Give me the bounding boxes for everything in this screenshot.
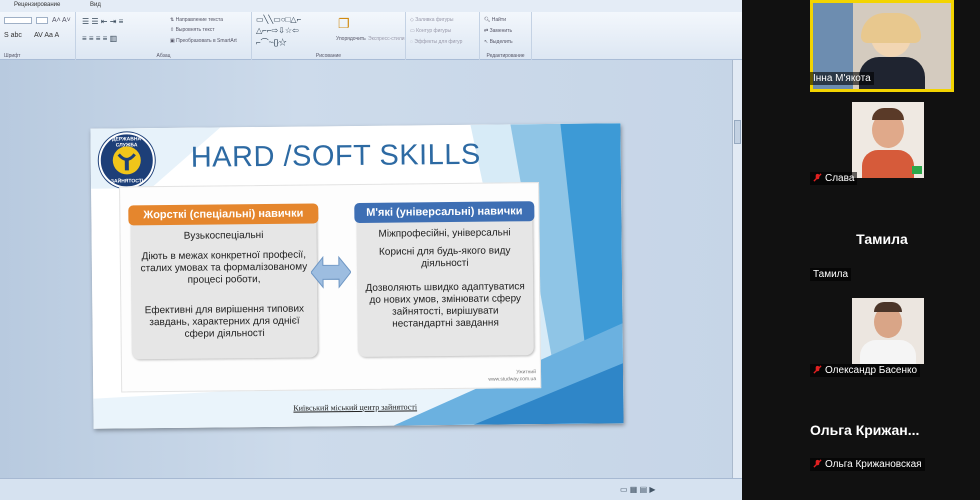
bullets-icon[interactable]: ☰ ☰ ⇤ ⇥ ≡	[82, 17, 123, 26]
participant-tile[interactable]: Тамила Тамила	[810, 200, 954, 290]
person-body	[860, 340, 916, 364]
font-group-label: Шрифт	[4, 53, 21, 59]
paragraph-group: ☰ ☰ ⇤ ⇥ ≡ ≡ ≡ ≡ ≡ ▥ ⇅ Направление текста…	[76, 12, 252, 60]
logo-emblem	[112, 146, 141, 175]
slide-content-box: Жорсткі (спеціальні) навички Вузькоспеці…	[119, 182, 542, 393]
drawing-group: ▭╲╲▭○□△⌐ △⌐⌐⇨⇩☆⇦ ⌐⌒~{}☆ ❐ Упорядочить Эк…	[252, 12, 406, 60]
participant-name: Інна М'якота	[810, 72, 874, 85]
participant-tile[interactable]: Слава	[810, 100, 954, 190]
participant-display-name: Тамила	[856, 231, 908, 247]
double-arrow-icon	[310, 255, 352, 289]
participant-video	[852, 102, 924, 178]
person-hair	[874, 302, 902, 312]
select-button[interactable]: ↖ Выделить	[484, 39, 513, 45]
font-grow-icon[interactable]: A˄	[52, 17, 61, 24]
participant-tile[interactable]: Ольга Крижан... Ольга Крижановская	[810, 400, 954, 490]
shape-fill-button[interactable]: ◇ Заливка фигуры	[410, 17, 453, 23]
editing-group-label: Редактирование	[486, 53, 525, 59]
slide[interactable]: ДЕРЖАВНА СЛУЖБА ЗАЙНЯТОСТІ HARD /SOFT SK…	[90, 123, 624, 429]
powerpoint-window: Рецензирование Вид A˄ A˅ S abc AV Aa A Ш…	[0, 0, 742, 500]
find-button[interactable]: 🔍︎ Найти	[484, 17, 506, 23]
shape-format-group: ◇ Заливка фигуры ▭ Контур фигуры ◌ Эффек…	[406, 12, 480, 60]
hard-skills-header: Жорсткі (спеціальні) навички	[128, 203, 319, 226]
tab-review[interactable]: Рецензирование	[14, 2, 60, 8]
vertical-scrollbar[interactable]	[732, 60, 742, 478]
microphone-muted-icon	[813, 459, 822, 468]
scrollbar-thumb[interactable]	[734, 120, 741, 144]
font-name-box[interactable]	[4, 17, 32, 24]
hard-skills-card: Жорсткі (спеціальні) навички Вузькоспеці…	[128, 203, 319, 360]
slide-footer: Київський міський центр зайнятості	[293, 402, 418, 413]
video-on-icon	[912, 166, 922, 174]
ribbon: A˄ A˅ S abc AV Aa A Шрифт ☰ ☰ ⇤ ⇥ ≡ ≡ ≡ …	[0, 12, 742, 60]
editing-group: 🔍︎ Найти ⇄ Заменить ↖ Выделить Редактиро…	[480, 12, 532, 60]
soft-skill-item: Міжпрофесійні, універсальні	[378, 227, 511, 240]
source-credit: Ужитний www.studway.com.ua	[488, 369, 536, 383]
person-body	[862, 150, 914, 178]
shapes-gallery-icon[interactable]: ▭╲╲▭○□△⌐	[256, 15, 301, 24]
shapes-gallery-row3-icon[interactable]: ⌐⌒~{}☆	[256, 37, 287, 48]
hard-skill-item: Вузькоспеціальні	[183, 229, 264, 242]
video-gallery: Інна М'якота Слава Тамила Тамила Олексан…	[742, 0, 980, 500]
smartart-button[interactable]: ▣ Преобразовать в SmartArt	[170, 38, 237, 44]
logo-figure-icon	[117, 153, 136, 171]
shape-effects-button[interactable]: ◌ Эффекты для фигур	[410, 39, 462, 45]
participant-name: Тамила	[810, 268, 852, 281]
quick-styles-button[interactable]: Экспресс-стили	[368, 36, 405, 42]
arrange-button[interactable]: Упорядочить	[336, 36, 366, 42]
participant-tile[interactable]: Олександр Басенко	[810, 296, 954, 386]
view-buttons[interactable]: ▭ ▦ ▤ ▶	[620, 485, 656, 494]
person-hair	[861, 13, 921, 43]
logo-bottom-text: ЗАЙНЯТОСТІ	[110, 178, 144, 185]
soft-skill-item: Дозволяють швидко адаптуватися до нових …	[365, 281, 525, 330]
align-icons[interactable]: ≡ ≡ ≡ ≡ ▥	[82, 34, 117, 43]
hard-skill-item: Діють в межах конкретної професії, стали…	[140, 249, 308, 286]
participant-name: Олександр Басенко	[810, 364, 921, 377]
text-direction-button[interactable]: ⇅ Направление текста	[170, 17, 223, 23]
source-url: www.studway.com.ua	[488, 376, 537, 383]
soft-skill-item: Корисні для будь-якого виду діяльності	[378, 245, 511, 270]
shapes-gallery-row2-icon[interactable]: △⌐⌐⇨⇩☆⇦	[256, 26, 299, 35]
soft-skills-header: М'які (універсальні) навички	[354, 201, 535, 224]
person-hair	[872, 108, 904, 120]
participant-tile[interactable]: Інна М'якота	[810, 0, 954, 92]
font-color-icon[interactable]: AV Aa A	[34, 32, 59, 39]
employment-service-logo: ДЕРЖАВНА СЛУЖБА ЗАЙНЯТОСТІ	[98, 132, 156, 189]
slide-title: HARD /SOFT SKILLS	[190, 138, 481, 174]
font-size-box[interactable]	[36, 17, 48, 24]
drawing-group-label: Рисование	[315, 53, 342, 59]
tab-view[interactable]: Вид	[90, 2, 101, 8]
participant-name: Ольга Крижановская	[810, 458, 925, 471]
participant-display-name: Ольга Крижан...	[810, 422, 920, 438]
participant-video	[852, 298, 924, 364]
shape-outline-button[interactable]: ▭ Контур фигуры	[410, 28, 451, 34]
font-group: A˄ A˅ S abc AV Aa A Шрифт	[0, 12, 76, 60]
arrange-icon[interactable]: ❐	[338, 16, 350, 32]
microphone-muted-icon	[813, 365, 822, 374]
font-shrink-icon[interactable]: A˅	[62, 17, 71, 24]
microphone-muted-icon	[813, 173, 822, 182]
participant-name: Слава	[810, 172, 858, 185]
soft-skills-card: М'які (універсальні) навички Міжпрофесій…	[354, 201, 535, 357]
align-text-button[interactable]: ⇳ Выровнять текст	[170, 27, 215, 33]
status-bar: ▭ ▦ ▤ ▶	[0, 478, 742, 500]
ribbon-tabs: Рецензирование Вид	[0, 0, 742, 12]
hard-skill-item: Ефективні для вирішення типових завдань,…	[144, 303, 305, 340]
paragraph-group-label: Абзац	[156, 53, 171, 59]
bold-icon[interactable]: S abc	[4, 32, 22, 39]
replace-button[interactable]: ⇄ Заменить	[484, 28, 512, 34]
